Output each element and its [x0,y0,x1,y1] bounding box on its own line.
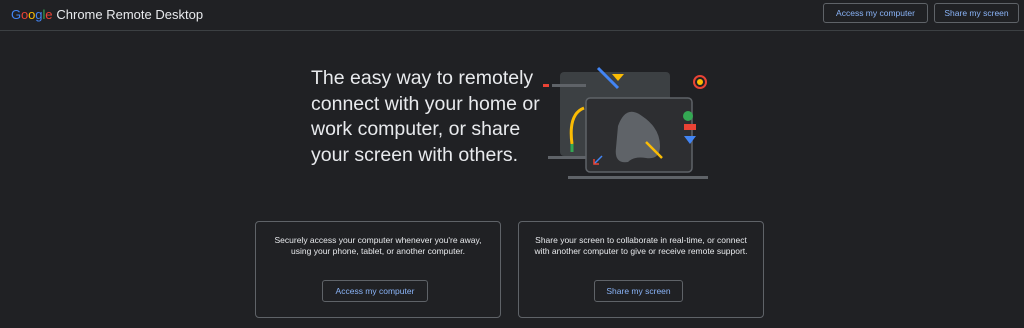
product-name: Chrome Remote Desktop [56,6,204,22]
access-computer-card: Securely access your computer whenever y… [255,221,501,318]
remote-desktop-illustration-icon [543,66,708,179]
share-screen-card: Share your screen to collaborate in real… [518,221,764,318]
hero-headline: The easy way to remotely connect with yo… [311,67,540,166]
access-my-computer-button[interactable]: Access my computer [322,280,428,302]
header-share-my-screen-button[interactable]: Share my screen [934,3,1019,23]
app-logo[interactable]: Google Chrome Remote Desktop [11,6,203,22]
google-wordmark: Google [11,6,53,22]
access-card-description: Securely access your computer whenever y… [274,235,482,256]
share-my-screen-button[interactable]: Share my screen [594,280,683,302]
top-app-bar: Google Chrome Remote Desktop Access my c… [0,0,1024,31]
header-access-my-computer-button[interactable]: Access my computer [823,3,928,23]
share-card-description: Share your screen to collaborate in real… [534,235,748,256]
